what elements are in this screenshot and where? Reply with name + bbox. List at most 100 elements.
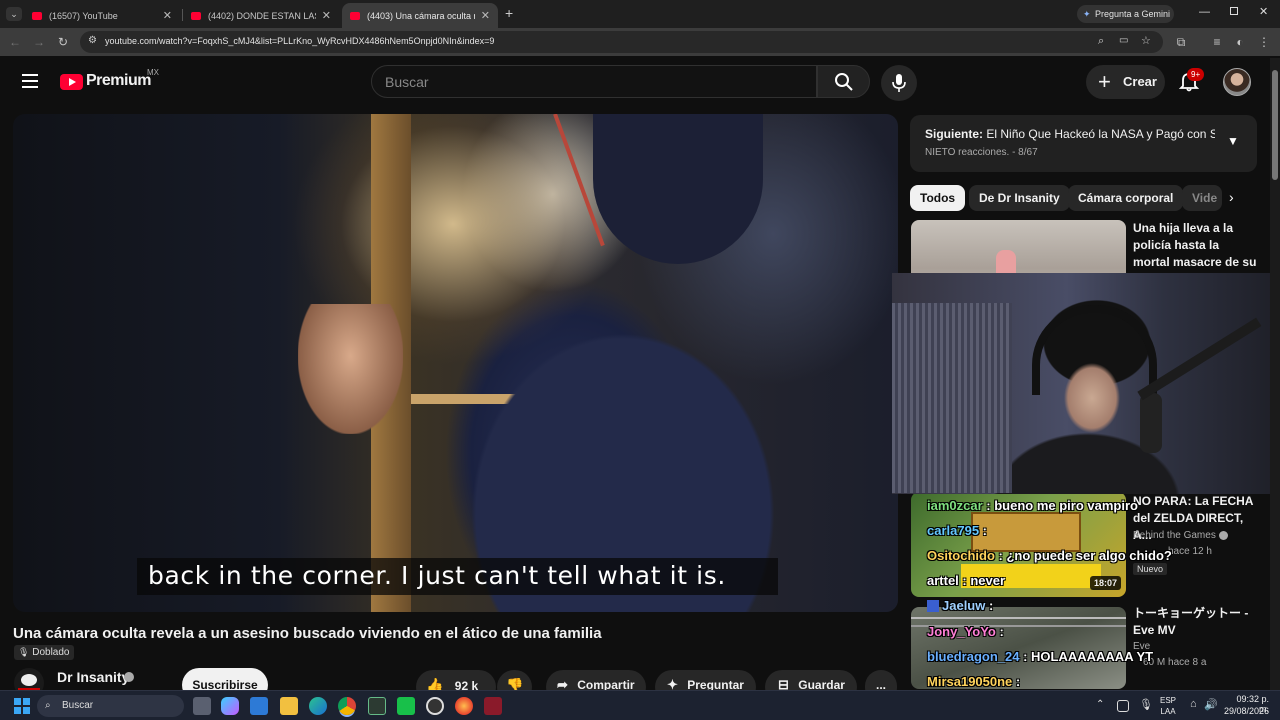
chat-username: Ositochido xyxy=(927,548,995,563)
chat-message: iam0zcar : bueno me piro vampiro xyxy=(927,498,1138,513)
zoom-icon[interactable]: ⌕ xyxy=(1098,35,1104,48)
video-player[interactable] xyxy=(13,114,898,612)
windows-taskbar: ⌕ Buscar ⌃ 🎙 ESP LAA ⌂ 🔊 09:32 p. m. 29/… xyxy=(0,690,1280,720)
extensions-icon[interactable]: ⧉ xyxy=(1174,35,1188,49)
browser-tab-active[interactable]: (4403) Una cámara oculta revel ✕ xyxy=(342,3,498,28)
tab-search-icon[interactable]: ⌄ xyxy=(6,7,22,21)
tray-mic-icon[interactable]: 🎙 xyxy=(1139,698,1153,711)
tray-chevron-icon[interactable]: ⌃ xyxy=(1096,699,1104,710)
studio-microphone xyxy=(1140,393,1162,453)
chat-message: bluedragon_24 : HOLAAAAAAAA YT xyxy=(927,649,1154,664)
chat-text: HOLAAAAAAAA YT xyxy=(1031,649,1154,664)
chevron-down-icon[interactable]: ▼ xyxy=(1227,134,1239,148)
chat-message: Mirsa19050ne : xyxy=(927,674,1021,689)
app-red-icon[interactable] xyxy=(484,697,502,715)
tray-app-icon[interactable] xyxy=(1117,700,1129,712)
bookmark-star-icon[interactable]: ☆ xyxy=(1141,34,1151,47)
copilot-icon[interactable] xyxy=(221,697,239,715)
chrome-icon[interactable] xyxy=(338,697,356,715)
chat-message: Jaeluw : xyxy=(927,598,993,613)
search-icon: ⌕ xyxy=(45,700,51,711)
language-layout: LAA xyxy=(1160,707,1176,716)
app-green-icon[interactable] xyxy=(397,697,415,715)
network-icon[interactable]: ⌂ xyxy=(1190,698,1197,710)
gemini-label: Pregunta a Gemini xyxy=(1095,9,1171,19)
profile-icon[interactable]: ◐ xyxy=(1233,35,1247,49)
tab-title: (4403) Una cámara oculta revel xyxy=(367,10,475,21)
youtube-premium-logo[interactable]: Premium xyxy=(86,72,151,90)
dubbed-label: Doblado xyxy=(32,647,70,658)
up-next-prefix: Siguiente: xyxy=(925,127,984,141)
windows-start-icon[interactable] xyxy=(14,698,30,714)
youtube-logo-icon[interactable] xyxy=(60,74,83,90)
create-button[interactable]: + Crear xyxy=(1086,65,1165,99)
user-avatar[interactable] xyxy=(1223,68,1251,96)
microphone-icon xyxy=(892,74,906,92)
file-explorer-icon[interactable] xyxy=(280,697,298,715)
reload-icon[interactable]: ↻ xyxy=(56,35,70,49)
search-box[interactable] xyxy=(371,65,817,98)
language-indicator[interactable]: ESP LAA xyxy=(1160,695,1176,717)
up-next-video-title: El Niño Que Hackeó la NASA y Pagó con S.… xyxy=(986,127,1215,141)
search-input[interactable] xyxy=(372,66,816,97)
chrome-menu-icon[interactable]: ⋮ xyxy=(1257,35,1271,49)
chat-username: Jaeluw xyxy=(942,598,986,613)
youtube-favicon-icon xyxy=(191,11,201,20)
recommendation-title[interactable]: トーキョーゲットー - Eve MV xyxy=(1133,605,1258,639)
channel-name[interactable]: Dr Insanity xyxy=(57,669,129,685)
tab-title: (4402) DONDE ESTAN LAS RUB xyxy=(208,10,316,21)
cast-icon[interactable]: ▭ xyxy=(1119,35,1128,46)
close-tab-icon[interactable]: ✕ xyxy=(163,9,172,22)
chip-all[interactable]: Todos xyxy=(910,185,966,211)
chat-username: bluedragon_24 xyxy=(927,649,1020,664)
restore-window-button[interactable] xyxy=(1230,7,1238,15)
chat-username: Mirsa19050ne xyxy=(927,674,1013,689)
chevron-right-icon[interactable]: › xyxy=(1229,189,1234,205)
youtube-favicon-icon xyxy=(350,11,360,20)
recommendation-meta: hace 12 h xyxy=(1168,546,1212,557)
search-icon xyxy=(835,73,853,91)
edge-icon[interactable] xyxy=(309,697,327,715)
voice-search-button[interactable] xyxy=(881,65,917,101)
app-x-icon[interactable] xyxy=(368,697,386,715)
taskbar-search-box[interactable]: ⌕ Buscar xyxy=(37,695,184,717)
app-circle-icon[interactable] xyxy=(426,697,444,715)
up-next-title[interactable]: Siguiente: El Niño Que Hackeó la NASA y … xyxy=(925,127,1215,141)
tab-title: (16507) YouTube xyxy=(49,10,118,21)
chat-message: Jony_YoYo : xyxy=(927,624,1004,639)
clock-date[interactable]: 29/08/2026 xyxy=(1218,706,1269,716)
chat-username: carla795 xyxy=(927,523,980,538)
dubbed-badge: 🎙 Doblado xyxy=(14,645,75,660)
chip-videos[interactable]: Vide xyxy=(1182,185,1222,211)
minimize-window-button[interactable]: — xyxy=(1199,6,1210,18)
close-tab-icon[interactable]: ✕ xyxy=(322,9,331,22)
recommendation-channel[interactable]: Behind the Games xyxy=(1133,530,1216,541)
scrollbar-thumb[interactable] xyxy=(1272,70,1278,180)
gemini-button[interactable]: ✦ Pregunta a Gemini xyxy=(1077,5,1174,23)
firefox-icon[interactable] xyxy=(455,697,473,715)
store-icon[interactable] xyxy=(250,697,268,715)
site-info-icon[interactable]: ⚙ xyxy=(88,35,97,46)
url-text[interactable]: youtube.com/watch?v=FoqxhS_cMJ4&list=PLL… xyxy=(105,36,494,46)
chat-message: Ositochido : ¿no puede ser algo chido? xyxy=(927,548,1172,563)
browser-tab-youtube[interactable]: (16507) YouTube ✕ xyxy=(24,3,180,28)
close-window-button[interactable]: ✕ xyxy=(1259,5,1268,18)
search-button[interactable] xyxy=(817,65,870,98)
verified-check-icon xyxy=(1219,531,1228,540)
chat-text: bueno me piro vampiro xyxy=(994,498,1138,513)
close-tab-icon[interactable]: ✕ xyxy=(481,9,490,22)
task-view-icon[interactable] xyxy=(193,697,211,715)
youtube-masthead: Premium MX + Crear 9+ xyxy=(0,56,1280,108)
back-arrow-icon[interactable]: ← xyxy=(8,35,22,49)
address-bar[interactable]: ⚙ youtube.com/watch?v=FoqxhS_cMJ4&list=P… xyxy=(80,31,1163,53)
reading-list-icon[interactable]: ≡ xyxy=(1210,35,1224,49)
chip-bodycam[interactable]: Cámara corporal xyxy=(1068,185,1184,211)
new-tab-button[interactable]: + xyxy=(505,5,513,21)
browser-toolbar: ← → ↻ ⚙ youtube.com/watch?v=FoqxhS_cMJ4&… xyxy=(0,28,1280,56)
volume-icon[interactable]: 🔊 xyxy=(1204,698,1218,711)
playlist-up-next[interactable]: Siguiente: El Niño Que Hackeó la NASA y … xyxy=(910,115,1257,172)
browser-tab-rubias[interactable]: (4402) DONDE ESTAN LAS RUB ✕ xyxy=(183,3,339,28)
forward-arrow-icon[interactable]: → xyxy=(32,35,46,49)
hamburger-menu-icon[interactable] xyxy=(22,74,38,88)
chip-from-channel[interactable]: De Dr Insanity xyxy=(969,185,1070,211)
